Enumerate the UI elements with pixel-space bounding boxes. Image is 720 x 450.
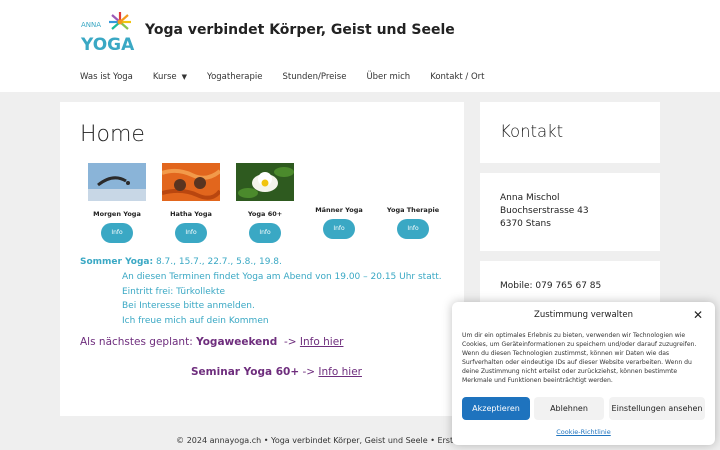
nav-item-yogatherapie[interactable]: Yogatherapie: [207, 72, 263, 82]
main-nav: Was ist Yoga Kurse ▼ Yogatherapie Stunden…: [80, 72, 505, 82]
course-card-yoga-therapie: Yoga Therapie Info: [376, 163, 450, 239]
lotus-logo-icon: ANNA YOGA: [80, 12, 135, 55]
sommer-line: Bei Interesse bitte anmelden.: [122, 301, 255, 312]
cookie-dialog-text: Um dir ein optimales Erlebnis zu bieten,…: [462, 332, 697, 385]
address: Anna Mischol Buochserstrasse 43 6370 Sta…: [500, 193, 589, 229]
site-logo[interactable]: ANNA YOGA: [80, 10, 136, 55]
course-image-placeholder: [384, 163, 442, 201]
info-button[interactable]: Info: [101, 223, 133, 243]
info-link[interactable]: Info hier: [318, 366, 362, 378]
next-event: Als nächstes geplant: Yogaweekend -> Inf…: [80, 336, 344, 348]
course-card-maenner-yoga: Männer Yoga Info: [302, 163, 376, 239]
main-content: Home Morgen Yoga Info Hatha Yoga Info Yo…: [60, 102, 464, 416]
course-label: Morgen Yoga: [93, 210, 141, 218]
nav-item-ueber-mich[interactable]: Über mich: [366, 72, 410, 82]
phone-number[interactable]: Mobile: 079 765 67 85: [500, 281, 601, 291]
site-header: ANNA YOGA Yoga verbindet Körper, Geist u…: [0, 0, 720, 92]
page-title: Home: [80, 122, 145, 147]
course-image-placeholder: [310, 163, 368, 201]
nav-item-stunden-preise[interactable]: Stunden/Preise: [283, 72, 347, 82]
chevron-down-icon: ▼: [181, 73, 187, 81]
info-button[interactable]: Info: [175, 223, 207, 243]
svg-text:YOGA: YOGA: [80, 35, 135, 54]
cookie-dialog-title: Zustimmung verwalten: [534, 310, 633, 320]
next-event-name: Yogaweekend: [196, 336, 278, 348]
sidebar-address-box: Anna Mischol Buochserstrasse 43 6370 Sta…: [480, 173, 660, 251]
course-label: Männer Yoga: [315, 206, 363, 214]
info-link[interactable]: Info hier: [300, 336, 344, 348]
morgen-yoga-image[interactable]: [88, 163, 146, 201]
yoga-60-image[interactable]: [236, 163, 294, 201]
nav-item-kontakt-ort[interactable]: Kontakt / Ort: [430, 72, 484, 82]
course-label: Yoga 60+: [247, 210, 283, 218]
sommer-line: An diesen Terminen findet Yoga am Abend …: [122, 271, 442, 282]
sommer-yoga-notice: Sommer Yoga: 8.7., 15.7., 22.7., 5.8., 1…: [80, 255, 442, 329]
info-button[interactable]: Info: [397, 219, 429, 239]
sidebar-title: Kontakt: [500, 122, 564, 141]
sommer-line: Ich freue mich auf dein Kommen: [122, 316, 269, 327]
cookie-policy-link[interactable]: Cookie-Richtlinie: [452, 428, 715, 436]
course-label: Yoga Therapie: [386, 206, 440, 214]
sidebar-contact-title-box: Kontakt: [480, 102, 660, 163]
nav-item-was-ist-yoga[interactable]: Was ist Yoga: [80, 72, 133, 82]
sommer-yoga-dates: 8.7., 15.7., 22.7., 5.8., 19.8.: [153, 257, 282, 267]
close-icon[interactable]: ✕: [693, 308, 703, 322]
senior-seminar: Seminar Yoga 60+ -> Info hier: [191, 366, 362, 378]
cookie-consent-dialog: Zustimmung verwalten ✕ Um dir ein optima…: [452, 302, 715, 445]
view-settings-button[interactable]: Einstellungen ansehen: [609, 397, 705, 420]
info-button[interactable]: Info: [323, 219, 355, 239]
svg-text:ANNA: ANNA: [81, 21, 101, 29]
hatha-yoga-image[interactable]: [161, 163, 222, 201]
nav-item-kurse[interactable]: Kurse ▼: [153, 72, 187, 82]
course-card-morgen-yoga: Morgen Yoga Info: [80, 163, 154, 243]
site-title[interactable]: Yoga verbindet Körper, Geist und Seele: [145, 22, 455, 38]
seminar-name: Seminar Yoga 60+: [191, 366, 300, 378]
deny-button[interactable]: Ablehnen: [534, 397, 604, 420]
sommer-yoga-label: Sommer Yoga:: [80, 257, 154, 267]
accept-button[interactable]: Akzeptieren: [462, 397, 530, 420]
info-button[interactable]: Info: [249, 223, 281, 243]
course-label: Hatha Yoga: [170, 210, 212, 218]
course-card-hatha-yoga: Hatha Yoga Info: [154, 163, 228, 243]
sommer-line: Eintritt frei: Türkollekte: [122, 286, 226, 297]
course-card-yoga-60-plus: Yoga 60+ Info: [228, 163, 302, 243]
